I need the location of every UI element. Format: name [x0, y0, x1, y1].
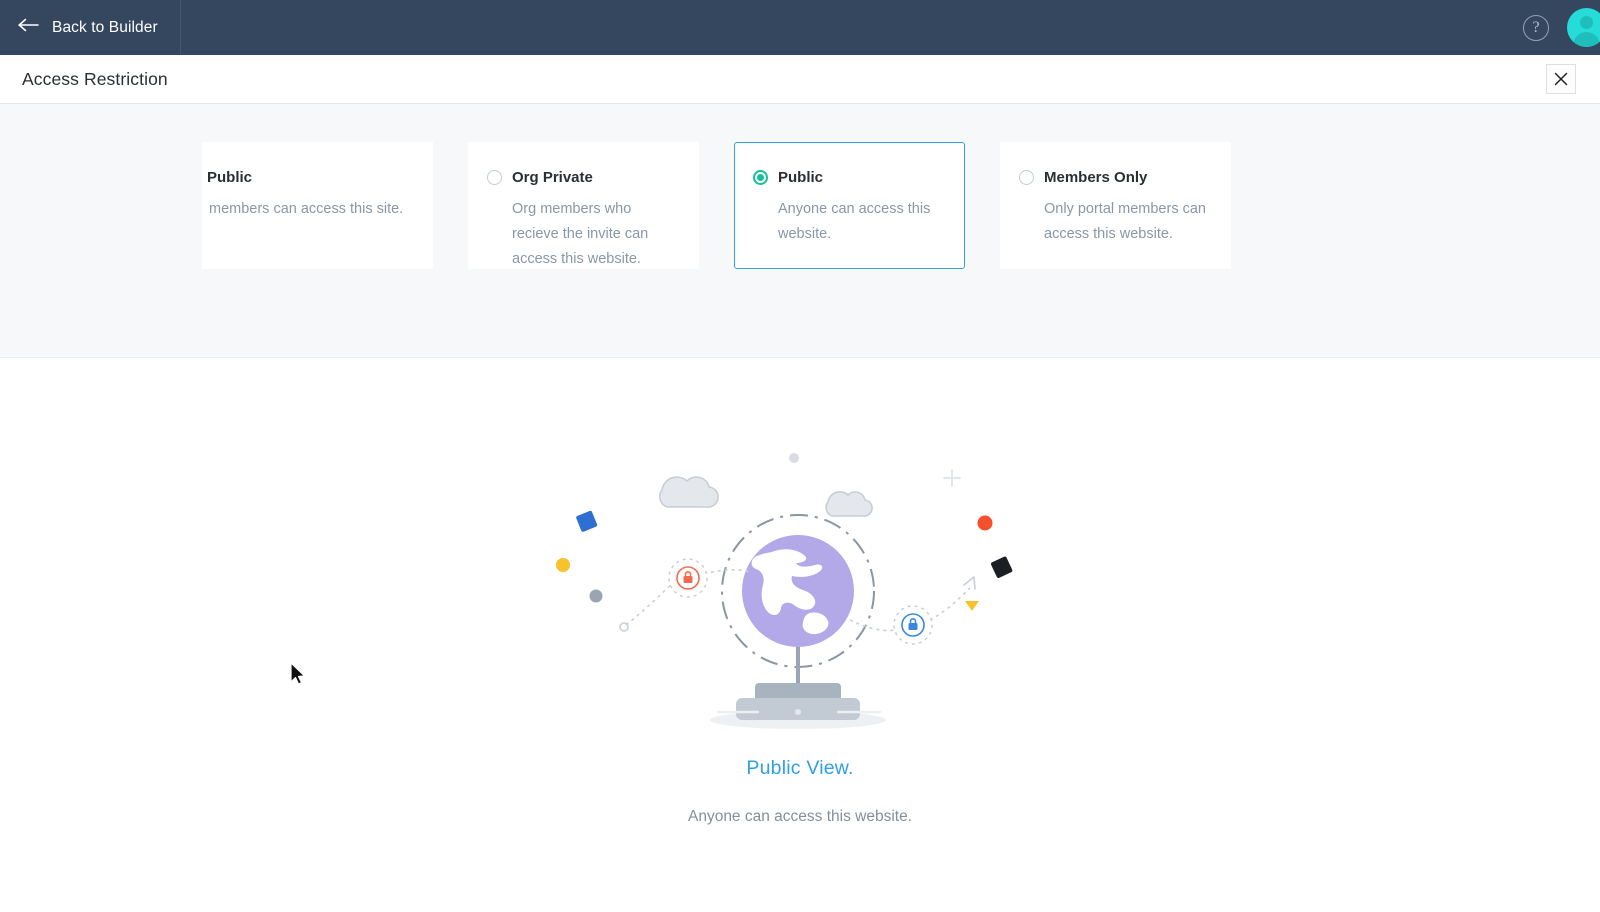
cloud-icon-right: [825, 491, 873, 517]
radio-button-3[interactable]: [1019, 170, 1034, 185]
help-circle-icon[interactable]: ?: [1523, 14, 1549, 41]
close-icon: [1554, 72, 1568, 86]
page-title-bar: Access Restriction: [0, 55, 1600, 104]
access-option-description: members can access this site.: [209, 201, 404, 217]
access-option-card-2[interactable]: Public Anyone can access this website.: [734, 142, 965, 269]
page-title: Access Restriction: [22, 68, 168, 89]
access-option-header: Public: [753, 169, 946, 186]
top-navigation-bar: Back to Builder ?: [0, 0, 1600, 55]
close-button[interactable]: [1546, 64, 1576, 94]
ground-dot: [795, 709, 801, 715]
preview-subline: Anyone can access this website.: [687, 808, 912, 825]
access-option-header: Members Only: [1019, 169, 1212, 186]
mouse-pointer-icon: [290, 662, 306, 685]
user-avatar-icon[interactable]: [1567, 8, 1600, 47]
preview-content-area: Public View. Anyone can access this webs…: [0, 358, 1600, 911]
lock-badge-right: [893, 605, 933, 645]
access-option-header: Org Private: [487, 169, 680, 186]
access-option-title: Public: [778, 169, 824, 186]
avatar-body: [1573, 32, 1600, 47]
access-option-title: Org Private: [512, 169, 593, 186]
access-option-description: Org members who recieve the invite can a…: [512, 201, 649, 267]
access-option-description: Anyone can access this website.: [778, 201, 931, 242]
connector-endpoint-left: [619, 622, 629, 632]
preview-headline: Public View.: [746, 757, 854, 779]
globe-stem: [796, 647, 800, 685]
access-option-card-1[interactable]: Org Private Org members who recieve the i…: [468, 142, 699, 269]
avatar-head: [1580, 16, 1593, 29]
access-option-title: Members Only: [1044, 169, 1148, 186]
arrow-left-icon: [18, 18, 40, 37]
access-option-header: Public: [207, 169, 414, 186]
access-restriction-options-panel: Public members can access this site. Org P…: [0, 104, 1600, 358]
back-to-builder-label: Back to Builder: [52, 18, 158, 36]
decor-square-blue: [576, 510, 598, 532]
decor-dot-yellow: [556, 558, 570, 572]
access-option-title: Public: [207, 169, 253, 186]
back-to-builder-button[interactable]: Back to Builder: [0, 0, 181, 55]
access-option-card-3[interactable]: Members Only Only portal members can acce…: [1000, 142, 1231, 269]
plus-decor-icon: [943, 469, 961, 487]
connector-arrow-right: [963, 576, 976, 590]
radio-button-2[interactable]: [753, 170, 768, 185]
globe-pedestal-illustration: [600, 440, 1000, 735]
topbar-right-actions: ?: [1523, 8, 1600, 47]
radio-button-1[interactable]: [487, 170, 502, 185]
access-option-description: Only portal members can access this webs…: [1044, 201, 1206, 242]
lock-badge-left: [668, 558, 708, 598]
access-option-card-0[interactable]: Public members can access this site.: [202, 142, 433, 269]
cloud-icon-left: [658, 476, 719, 508]
access-option-card-list: Public members can access this site. Org P…: [0, 142, 1600, 269]
decor-dot-grey-top: [789, 453, 799, 463]
